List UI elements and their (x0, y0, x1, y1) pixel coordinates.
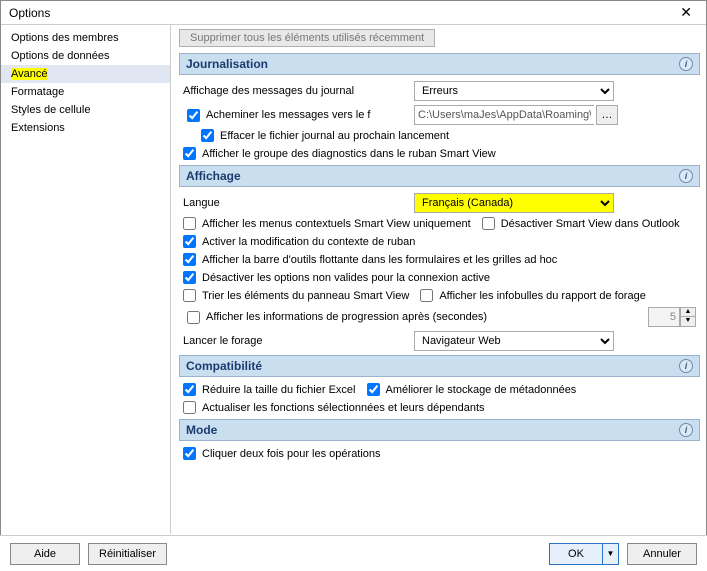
sidebar-item-label: Options de données (11, 50, 109, 62)
disable-invalid-check[interactable]: Désactiver les options non valides pour … (179, 269, 494, 286)
title-bar: Options ✕ (1, 1, 706, 25)
route-msgs-check[interactable]: Acheminer les messages vers le f (183, 107, 408, 124)
reduce-size-check[interactable]: Réduire la taille du fichier Excel (179, 381, 359, 398)
row-progress-info: Afficher les informations de progression… (179, 305, 700, 329)
section-header-display: Affichage i (179, 165, 700, 187)
dialog-body: Options des membres Options de données Ava… (1, 25, 706, 534)
sidebar-item-2[interactable]: Avancé (1, 65, 170, 83)
sidebar-item-label: Avancé (11, 68, 48, 80)
section-title: Journalisation (186, 57, 268, 71)
sidebar: Options des membres Options de données Ava… (1, 25, 171, 534)
row-route-messages: Acheminer les messages vers le f … (179, 103, 700, 127)
sidebar-item-4[interactable]: Styles de cellule (1, 101, 170, 119)
row-language: Langue Français (Canada) (179, 191, 700, 215)
window-title: Options (9, 6, 50, 20)
sidebar-item-1[interactable]: Options de données (1, 47, 170, 65)
info-icon[interactable]: i (679, 423, 693, 437)
refresh-fns-check[interactable]: Actualiser les fonctions sélectionnées e… (179, 399, 489, 416)
info-icon[interactable]: i (679, 57, 693, 71)
display-msgs-select[interactable]: Erreurs (414, 81, 614, 101)
sidebar-item-label: Extensions (11, 122, 65, 134)
progress-seconds-spinner[interactable]: ▲ ▼ (648, 307, 696, 327)
section-header-compat: Compatibilité i (179, 355, 700, 377)
content-pane: Supprimer tous les éléments utilisés réc… (171, 25, 706, 534)
section-title: Affichage (186, 169, 241, 183)
language-label: Langue (183, 197, 408, 209)
sidebar-item-0[interactable]: Options des membres (1, 29, 170, 47)
language-select[interactable]: Français (Canada) (414, 193, 614, 213)
floating-toolbar-check[interactable]: Afficher la barre d'outils flottante dan… (179, 251, 561, 268)
clear-recent-button[interactable]: Supprimer tous les éléments utilisés réc… (179, 29, 435, 47)
footer: Aide Réinitialiser OK ▼ Annuler (0, 535, 707, 571)
sidebar-item-3[interactable]: Formatage (1, 83, 170, 101)
sidebar-item-5[interactable]: Extensions (1, 119, 170, 137)
cancel-button[interactable]: Annuler (627, 543, 697, 565)
row-display-messages: Affichage des messages du journal Erreur… (179, 79, 700, 103)
drill-tooltips-check[interactable]: Afficher les infobulles du rapport de fo… (416, 287, 649, 304)
info-icon[interactable]: i (679, 359, 693, 373)
chevron-down-icon[interactable]: ▼ (602, 544, 618, 564)
sidebar-item-label: Formatage (11, 86, 64, 98)
progress-info-check[interactable]: Afficher les informations de progression… (183, 309, 642, 326)
journal-path-field[interactable] (414, 105, 594, 125)
ctx-menus-check[interactable]: Afficher les menus contextuels Smart Vie… (179, 215, 475, 232)
reset-button[interactable]: Réinitialiser (88, 543, 167, 565)
section-title: Compatibilité (186, 359, 262, 373)
section-header-mode: Mode i (179, 419, 700, 441)
section-title: Mode (186, 423, 217, 437)
info-icon[interactable]: i (679, 169, 693, 183)
show-diagnostics-check[interactable]: Afficher le groupe des diagnostics dans … (179, 145, 500, 162)
spinner-up-icon[interactable]: ▲ (681, 308, 695, 317)
row-launch-drill: Lancer le forage Navigateur Web (179, 329, 700, 353)
spinner-down-icon[interactable]: ▼ (681, 317, 695, 326)
ribbon-ctx-check[interactable]: Activer la modification du contexte de r… (179, 233, 419, 250)
launch-drill-select[interactable]: Navigateur Web (414, 331, 614, 351)
improve-meta-check[interactable]: Améliorer le stockage de métadonnées (363, 381, 581, 398)
browse-button[interactable]: … (596, 105, 618, 125)
clear-on-launch-check[interactable]: Effacer le fichier journal au prochain l… (179, 127, 453, 144)
display-msgs-label: Affichage des messages du journal (183, 85, 408, 97)
help-button[interactable]: Aide (10, 543, 80, 565)
sidebar-item-label: Styles de cellule (11, 104, 91, 116)
double-click-check[interactable]: Cliquer deux fois pour les opérations (179, 445, 385, 462)
section-header-journal: Journalisation i (179, 53, 700, 75)
ok-button[interactable]: OK ▼ (549, 543, 619, 565)
launch-drill-label: Lancer le forage (183, 335, 408, 347)
close-icon[interactable]: ✕ (674, 2, 698, 23)
sidebar-item-label: Options des membres (11, 32, 119, 44)
disable-outlook-check[interactable]: Désactiver Smart View dans Outlook (478, 215, 684, 232)
sort-panel-check[interactable]: Trier les éléments du panneau Smart View (179, 287, 413, 304)
top-button-row: Supprimer tous les éléments utilisés réc… (179, 29, 700, 51)
